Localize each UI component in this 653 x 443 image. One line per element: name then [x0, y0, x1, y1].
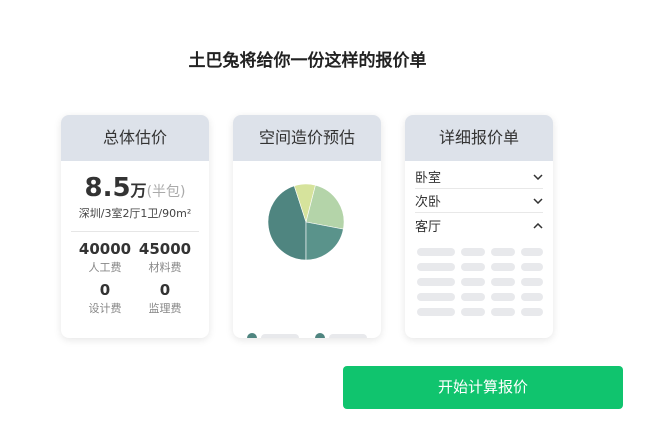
cost-label: 监理费: [148, 302, 182, 315]
skeleton-row: [417, 293, 543, 301]
cost-label: 材料费: [148, 261, 182, 274]
chevron-up-icon: [533, 219, 543, 232]
pie-chart: [267, 183, 345, 264]
price-value: 8.5: [84, 173, 131, 203]
cost-value: 40000: [78, 240, 132, 258]
room-list: 卧室 次卧 客厅: [405, 161, 553, 237]
cost-value: 0: [99, 281, 111, 299]
legend-placeholder: [329, 334, 367, 338]
legend-item: [315, 333, 375, 338]
detailed-quote-card: 详细报价单 卧室 次卧 客厅: [405, 115, 553, 338]
room-label: 次卧: [415, 195, 442, 210]
legend-item: [247, 333, 307, 338]
room-item-second-bedroom[interactable]: 次卧: [415, 189, 543, 213]
detailed-quote-title: 详细报价单: [405, 115, 553, 161]
cost-item-material: 45000 材料费: [135, 240, 195, 275]
room-label: 卧室: [415, 171, 442, 186]
chevron-down-icon: [533, 170, 543, 183]
price-unit: 万: [130, 181, 147, 200]
legend-dot: [315, 333, 325, 338]
total-estimate-title: 总体估价: [61, 115, 209, 161]
start-quote-button[interactable]: 开始计算报价: [343, 366, 623, 409]
house-info: 深圳/3室2厅1卫/90m²: [78, 207, 192, 220]
total-estimate-card: 总体估价 8.5万(半包) 深圳/3室2厅1卫/90m² 40000 人工费 4…: [61, 115, 209, 338]
skeleton-row: [417, 248, 543, 256]
room-label: 客厅: [415, 219, 442, 235]
price-display: 8.5万(半包): [61, 173, 209, 203]
cost-label: 人工费: [88, 261, 122, 274]
skeleton-row: [417, 278, 543, 286]
pie-chart-svg: [267, 183, 345, 261]
space-breakdown-title: 空间造价预估: [233, 115, 381, 161]
skeleton-row: [417, 308, 543, 316]
cost-item-labor: 40000 人工费: [75, 240, 135, 275]
cost-grid: 40000 人工费 45000 材料费 0 设计费 0 监理费: [61, 232, 209, 316]
legend-placeholder: [261, 334, 299, 338]
cost-value: 0: [159, 281, 171, 299]
space-breakdown-card: 空间造价预估: [233, 115, 381, 338]
legend-dot: [247, 333, 257, 338]
price-mode: (半包): [146, 184, 186, 200]
room-item-bedroom[interactable]: 卧室: [415, 165, 543, 189]
cost-label: 设计费: [88, 302, 122, 315]
cost-value: 45000: [138, 240, 192, 258]
quote-skeleton: [417, 248, 543, 323]
page-headline: 土巴兔将给你一份这样的报价单: [188, 51, 427, 71]
room-item-living-room[interactable]: 客厅: [415, 213, 543, 237]
skeleton-row: [417, 263, 543, 271]
chevron-down-icon: [533, 194, 543, 207]
cost-item-design: 0 设计费: [75, 281, 135, 316]
cost-item-supervision: 0 监理费: [135, 281, 195, 316]
